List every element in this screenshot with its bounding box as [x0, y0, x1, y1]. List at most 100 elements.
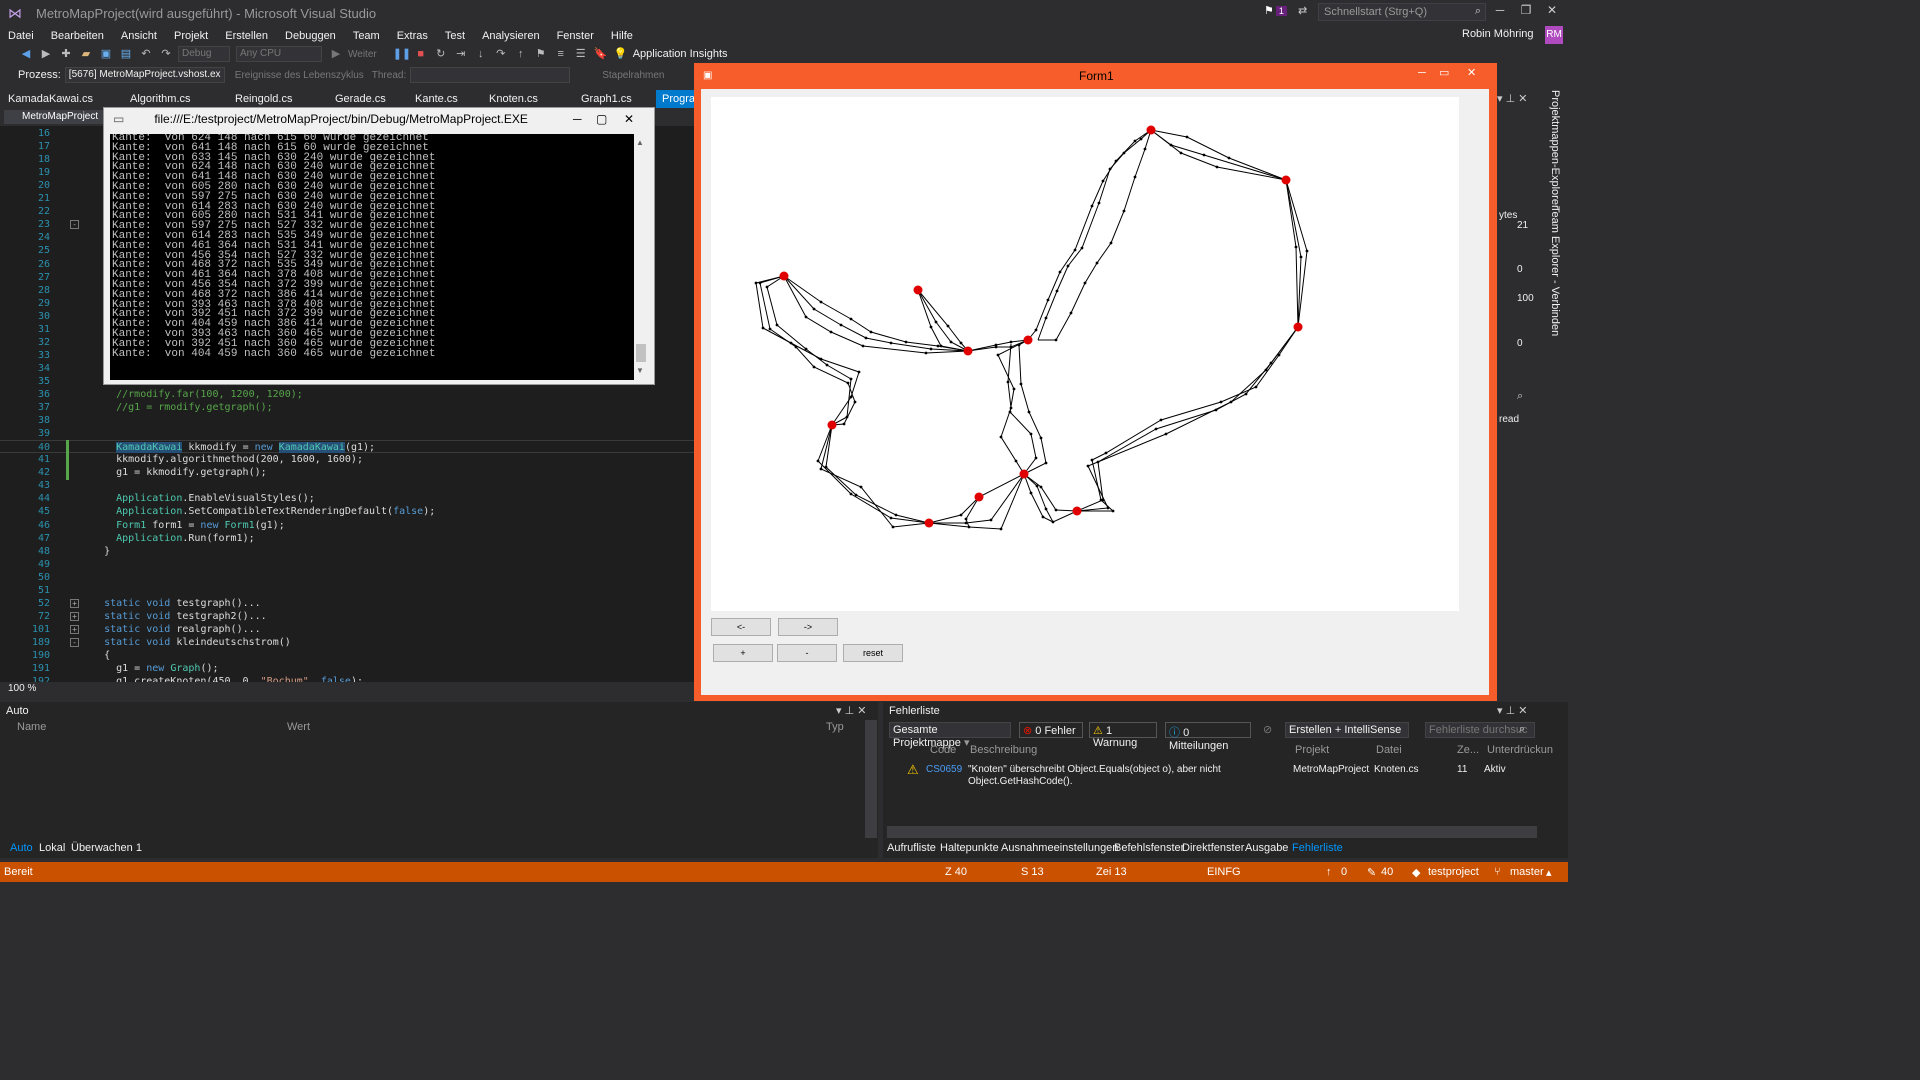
- thread-icon[interactable]: ≡: [553, 46, 569, 62]
- code-line[interactable]: 48 }: [0, 545, 694, 558]
- error-horizontal-scrollbar[interactable]: [887, 826, 1537, 838]
- tab-fehlerliste[interactable]: Fehlerliste: [1292, 842, 1343, 854]
- tab-aufrufliste[interactable]: Aufrufliste: [887, 842, 936, 854]
- messages-filter-button[interactable]: ⓘ 0 Mitteilungen: [1165, 722, 1251, 752]
- console-window[interactable]: ▭ file:///E:/testproject/MetroMapProject…: [103, 107, 655, 385]
- col-value[interactable]: Wert: [287, 721, 310, 733]
- code-line[interactable]: 52 + static void testgraph()...: [0, 597, 694, 610]
- error-panel-controls[interactable]: ▾ ⊥ ✕: [1497, 704, 1527, 717]
- menu-fenster[interactable]: Fenster: [549, 26, 603, 46]
- restart-icon[interactable]: ↻: [433, 46, 449, 62]
- code-line[interactable]: 41 kkmodify.algorithmethod(200, 1600, 16…: [0, 453, 694, 466]
- code-line[interactable]: 40 KamadaKawai kkmodify = new KamadaKawa…: [0, 440, 694, 454]
- code-line[interactable]: 49: [0, 558, 694, 571]
- close-button[interactable]: ✕: [1540, 3, 1564, 21]
- graph-node[interactable]: [827, 420, 837, 430]
- tab-direktfenster[interactable]: Direktfenster: [1182, 842, 1244, 854]
- tab-auto[interactable]: Auto: [10, 842, 33, 854]
- format-icon[interactable]: ☰: [573, 46, 589, 62]
- menu-datei[interactable]: Datei: [0, 26, 43, 46]
- new-project-icon[interactable]: ✚: [58, 46, 74, 62]
- notifications-button[interactable]: ⚑ 1: [1264, 4, 1292, 20]
- minimize-button[interactable]: ─: [1488, 3, 1512, 21]
- code-line[interactable]: 39: [0, 427, 694, 440]
- errors-filter-button[interactable]: ⊗ 0 Fehler: [1019, 722, 1083, 738]
- build-filter-select[interactable]: Erstellen + IntelliSense: [1285, 722, 1409, 738]
- menu-projekt[interactable]: Projekt: [166, 26, 217, 46]
- code-line[interactable]: 36 //rmodify.far(100, 1200, 1200);: [0, 388, 694, 401]
- tab-algorithm[interactable]: Algorithm.cs: [122, 90, 191, 108]
- code-line[interactable]: 190 {: [0, 649, 694, 662]
- graph-node[interactable]: [963, 346, 973, 356]
- graph-node[interactable]: [1293, 322, 1303, 332]
- code-line[interactable]: 189 - static void kleindeutschstrom(): [0, 636, 694, 649]
- forward-icon[interactable]: ▶: [38, 46, 54, 62]
- zoom-in-button[interactable]: +: [713, 644, 773, 662]
- code-line[interactable]: 50: [0, 571, 694, 584]
- scroll-thumb[interactable]: [636, 344, 646, 362]
- console-maximize-button[interactable]: ▢: [596, 112, 607, 126]
- tab-knoten[interactable]: Knoten.cs: [481, 90, 538, 108]
- graph-node[interactable]: [1146, 125, 1156, 135]
- code-line[interactable]: 42 g1 = kkmodify.getgraph();: [0, 466, 694, 479]
- platform-select[interactable]: Any CPU: [236, 46, 322, 62]
- tab-team-explorer[interactable]: Team Explorer - Verbinden: [1549, 206, 1561, 336]
- col-suppression[interactable]: Unterdrückun: [1487, 744, 1553, 756]
- scroll-up-icon[interactable]: ▲: [636, 138, 644, 147]
- tab-program[interactable]: Program: [656, 90, 704, 108]
- graph-node[interactable]: [974, 492, 984, 502]
- menu-extras[interactable]: Extras: [389, 26, 437, 46]
- show-next-statement-icon[interactable]: ⇥: [453, 46, 469, 62]
- feedback-icon[interactable]: ⇄: [1298, 4, 1307, 17]
- status-branch[interactable]: master: [1510, 866, 1544, 878]
- reset-button[interactable]: reset: [843, 644, 903, 662]
- code-line[interactable]: 46 Form1 form1 = new Form1(g1);: [0, 519, 694, 532]
- tab-ausnahmeeinstellungen[interactable]: Ausnahmeeinstellungen: [1001, 842, 1118, 854]
- continue-button[interactable]: Weiter: [348, 49, 377, 60]
- tab-lokal[interactable]: Lokal: [39, 842, 65, 854]
- console-close-button[interactable]: ✕: [624, 112, 634, 126]
- auto-scrollbar[interactable]: [865, 720, 877, 838]
- bookmark-icon[interactable]: 🔖: [593, 46, 609, 62]
- code-line[interactable]: 43: [0, 479, 694, 492]
- col-name[interactable]: Name: [17, 721, 46, 733]
- code-line[interactable]: 37 //g1 = rmodify.getgraph();: [0, 401, 694, 414]
- menu-erstellen[interactable]: Erstellen: [217, 26, 277, 46]
- menu-hilfe[interactable]: Hilfe: [603, 26, 642, 46]
- menu-test[interactable]: Test: [437, 26, 474, 46]
- code-line[interactable]: 192 g1.createKnoten(450, 0, "Bochum", fa…: [0, 675, 694, 682]
- tab-reingold[interactable]: Reingold.cs: [227, 90, 292, 108]
- graph-node[interactable]: [1019, 469, 1029, 479]
- auto-panel-controls[interactable]: ▾ ⊥ ✕: [836, 704, 866, 717]
- search-icon[interactable]: ⌕: [1517, 390, 1523, 403]
- code-line[interactable]: 45 Application.SetCompatibleTextRenderin…: [0, 505, 694, 518]
- graph-node[interactable]: [779, 271, 789, 281]
- thread-select[interactable]: [410, 67, 571, 83]
- menu-team[interactable]: Team: [345, 26, 389, 46]
- tab-gerade[interactable]: Gerade.cs: [327, 90, 386, 108]
- tab-ausgabe[interactable]: Ausgabe: [1245, 842, 1288, 854]
- previous-button[interactable]: <-: [711, 618, 771, 636]
- stop-icon[interactable]: ■: [413, 46, 429, 62]
- form1-close-button[interactable]: ✕: [1467, 66, 1476, 79]
- code-line[interactable]: 72 + static void testgraph2()...: [0, 610, 694, 623]
- tab-kante[interactable]: Kante.cs: [407, 90, 458, 108]
- hex-icon[interactable]: ⚑: [533, 46, 549, 62]
- config-select[interactable]: Debug: [178, 46, 230, 62]
- graph-node[interactable]: [1281, 175, 1291, 185]
- code-line[interactable]: 38: [0, 414, 694, 427]
- save-all-icon[interactable]: ▤: [118, 46, 134, 62]
- insights-icon[interactable]: 💡: [613, 46, 629, 62]
- col-line[interactable]: Ze...: [1457, 744, 1479, 756]
- form1-maximize-button[interactable]: ▭: [1439, 66, 1449, 79]
- process-select[interactable]: [5676] MetroMapProject.vshost.ex: [64, 67, 225, 83]
- step-out-icon[interactable]: ↑: [513, 46, 529, 62]
- console-minimize-button[interactable]: ─: [573, 112, 582, 126]
- scope-select[interactable]: Gesamte Projektmappe ▾: [889, 722, 1011, 749]
- code-line[interactable]: 101 + static void realgraph()...: [0, 623, 694, 636]
- continue-icon[interactable]: ▶: [328, 46, 344, 62]
- expand-region-icon[interactable]: +: [70, 598, 79, 608]
- application-insights-button[interactable]: Application Insights: [633, 48, 728, 60]
- user-name[interactable]: Robin Möhring: [1462, 28, 1534, 40]
- menu-ansicht[interactable]: Ansicht: [113, 26, 166, 46]
